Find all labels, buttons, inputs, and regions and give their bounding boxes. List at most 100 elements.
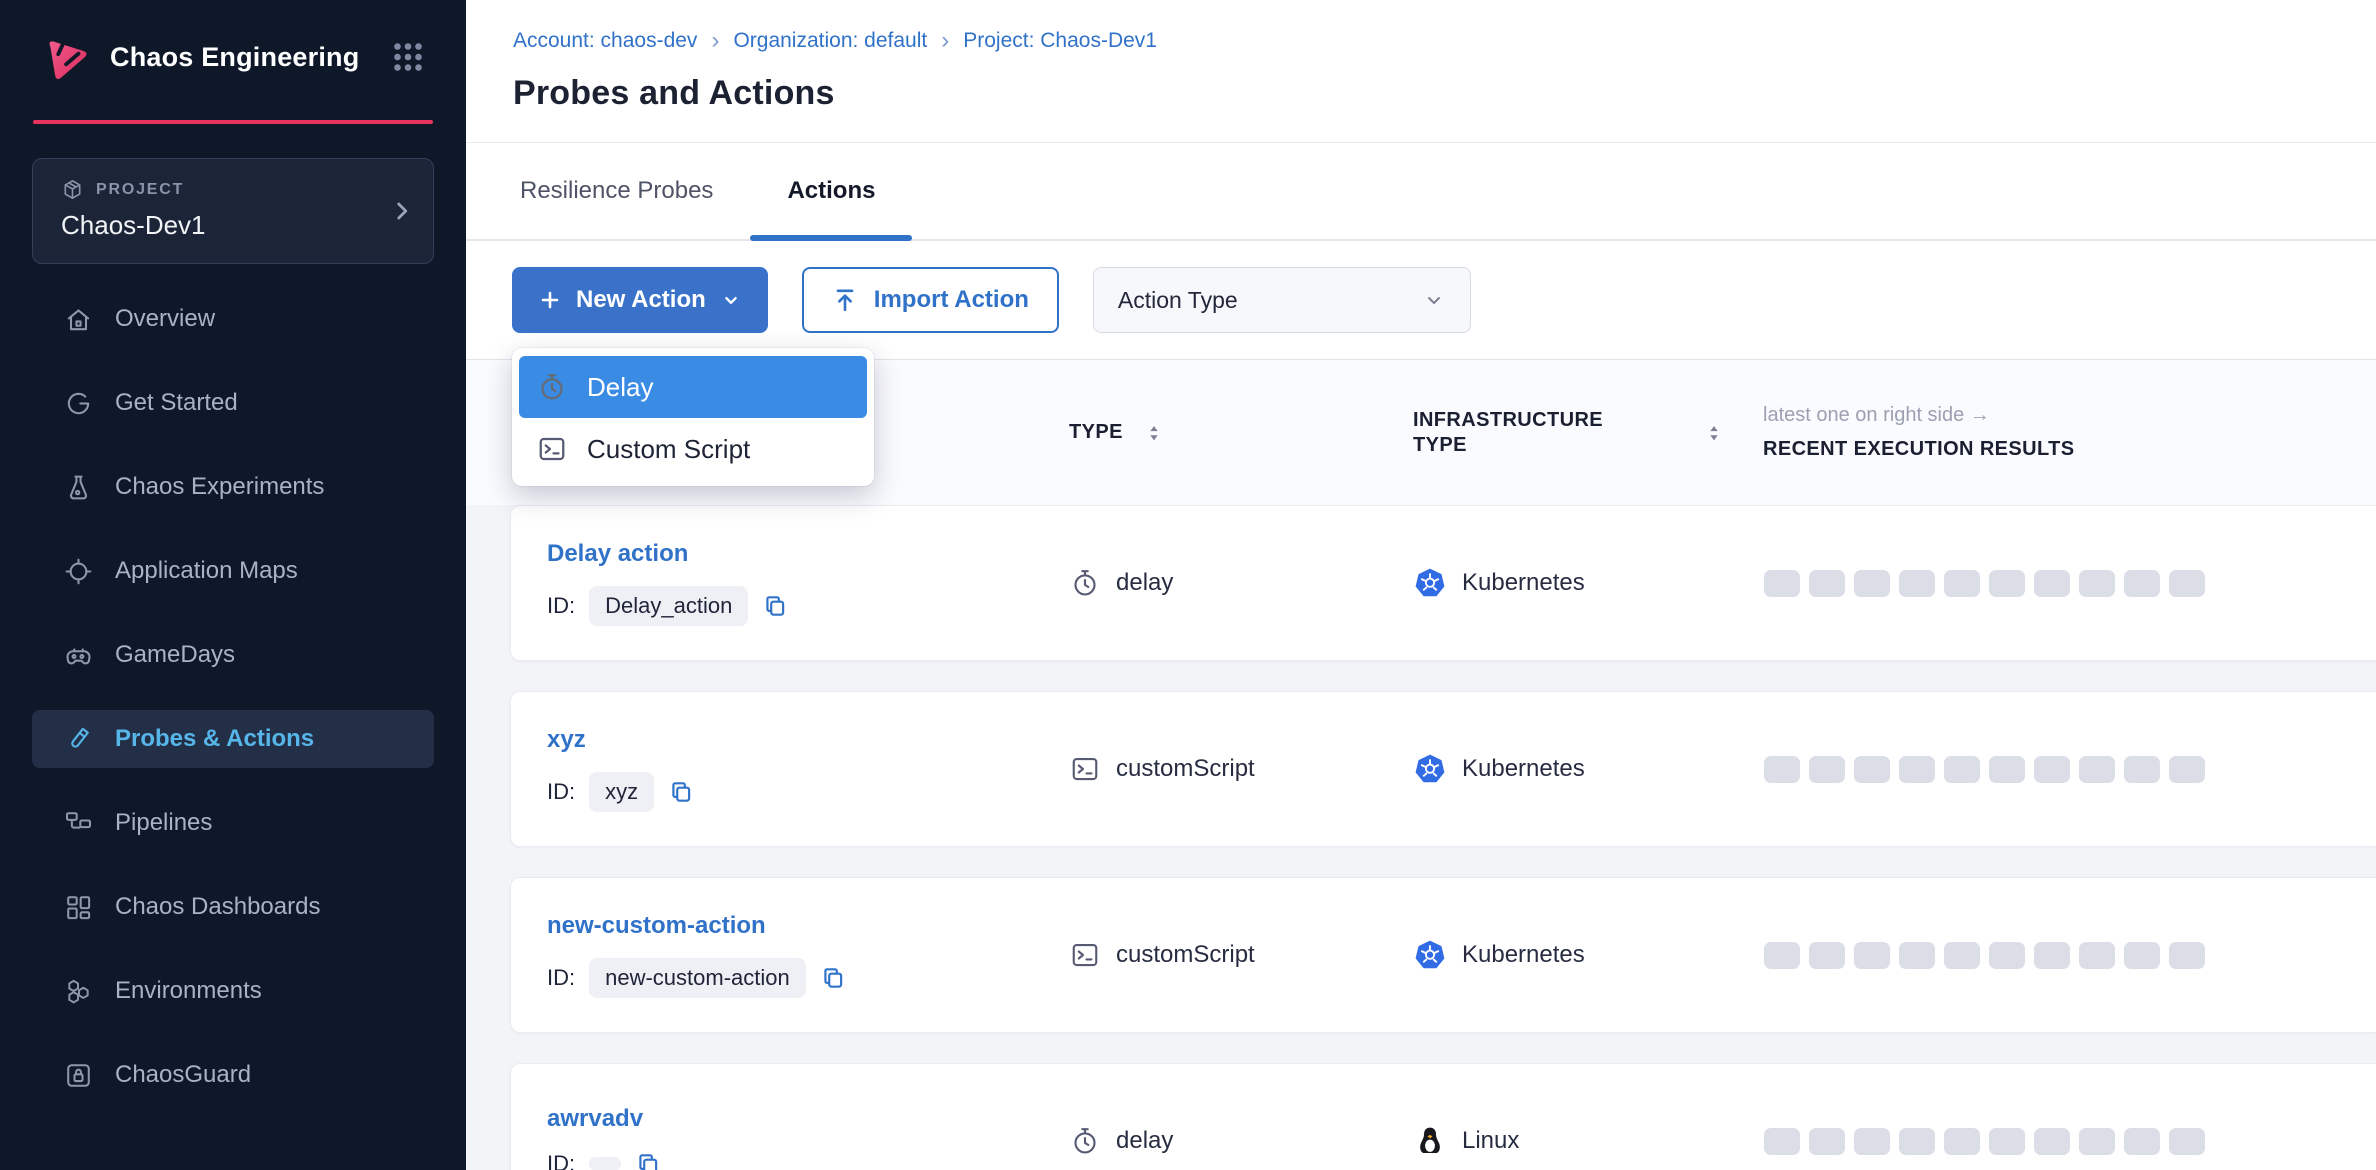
name-cell: xyz ID: xyz [547, 726, 1070, 812]
sort-icon[interactable] [1143, 422, 1165, 444]
sidebar-item-label: Overview [115, 305, 215, 333]
new-action-label: New Action [576, 286, 706, 314]
kubernetes-icon [1414, 567, 1446, 599]
action-type-filter-value: Action Type [1118, 287, 1238, 314]
infrastructure-cell: Linux [1414, 1125, 1764, 1157]
sidebar-item-chaosguard[interactable]: ChaosGuard [32, 1046, 434, 1104]
column-label-recent-execution-results: RECENT EXECUTION RESULTS [1763, 438, 2376, 461]
sidebar-item-chaos-experiments[interactable]: Chaos Experiments [32, 458, 434, 516]
sidebar-item-chaos-dashboards[interactable]: Chaos Dashboards [32, 878, 434, 936]
id-label: ID: [547, 965, 575, 991]
results-hint: latest one on right side → [1763, 404, 2376, 427]
action-type-filter[interactable]: Action Type [1093, 267, 1471, 333]
recent-execution-results [1764, 942, 2376, 969]
menu-item-delay[interactable]: Delay [519, 356, 867, 418]
sidebar-item-label: GameDays [115, 641, 235, 669]
action-name-link[interactable]: Delay action [547, 540, 1070, 568]
execution-result-placeholder [1989, 1128, 2025, 1155]
type-cell: delay [1070, 1126, 1414, 1156]
copy-icon[interactable] [668, 779, 694, 805]
execution-result-placeholder [1944, 1128, 1980, 1155]
pipeline-icon [64, 809, 93, 838]
sidebar-item-gamedays[interactable]: GameDays [32, 626, 434, 684]
execution-result-placeholder [2034, 756, 2070, 783]
action-id: Delay_action [589, 586, 748, 626]
infrastructure-value: Kubernetes [1462, 941, 1585, 969]
chevron-right-icon [389, 198, 415, 224]
type-value: customScript [1116, 755, 1255, 783]
flask-icon [64, 473, 93, 502]
recent-execution-results [1764, 1128, 2376, 1155]
tab-bar: Resilience Probes Actions [466, 143, 2376, 241]
chaos-engineering-logo-icon[interactable] [38, 30, 92, 84]
execution-result-placeholder [1989, 756, 2025, 783]
tab-label: Resilience Probes [520, 177, 713, 205]
execution-result-placeholder [2034, 1128, 2070, 1155]
execution-result-placeholder [2124, 942, 2160, 969]
kubernetes-icon [1414, 753, 1446, 785]
execution-result-placeholder [1899, 570, 1935, 597]
main-content: Account: chaos-dev › Organization: defau… [466, 0, 2376, 1170]
breadcrumb-organization[interactable]: Organization: default [733, 28, 927, 54]
menu-item-label: Delay [587, 372, 653, 403]
project-selector[interactable]: PROJECT Chaos-Dev1 [32, 158, 434, 264]
sidebar-item-label: Pipelines [115, 809, 212, 837]
execution-result-placeholder [2079, 942, 2115, 969]
action-id [589, 1157, 621, 1170]
sidebar-item-overview[interactable]: Overview [32, 290, 434, 348]
table-row: xyz ID: xyz customScript Kubernetes [510, 691, 2376, 847]
id-label: ID: [547, 1151, 575, 1170]
new-action-button[interactable]: New Action [512, 267, 768, 333]
recent-execution-results [1764, 570, 2376, 597]
id-label: ID: [547, 593, 575, 619]
breadcrumb-project[interactable]: Project: Chaos-Dev1 [963, 28, 1157, 54]
tab-label: Actions [787, 177, 875, 205]
terminal-icon [1070, 940, 1100, 970]
terminal-icon [1070, 754, 1100, 784]
breadcrumb-separator: › [941, 28, 949, 54]
tab-resilience-probes[interactable]: Resilience Probes [483, 143, 750, 239]
copy-icon[interactable] [635, 1151, 661, 1170]
execution-result-placeholder [2124, 570, 2160, 597]
sidebar-item-application-maps[interactable]: Application Maps [32, 542, 434, 600]
sidebar-item-label: Environments [115, 977, 262, 1005]
copy-icon[interactable] [762, 593, 788, 619]
table-row: Delay action ID: Delay_action delay Kube… [510, 505, 2376, 661]
import-action-button[interactable]: Import Action [802, 267, 1059, 333]
infrastructure-value: Kubernetes [1462, 755, 1585, 783]
sidebar-item-pipelines[interactable]: Pipelines [32, 794, 434, 852]
action-id: xyz [589, 772, 654, 812]
name-cell: awrvadv ID: [547, 1105, 1070, 1170]
stopwatch-icon [537, 372, 567, 402]
page-title: Probes and Actions [513, 74, 2376, 113]
execution-result-placeholder [1944, 756, 1980, 783]
crosshair-icon [64, 557, 93, 586]
sidebar-nav: Overview Get Started Chaos Experiments A… [0, 290, 466, 1104]
apps-grid-icon[interactable] [390, 39, 426, 75]
sidebar-item-get-started[interactable]: Get Started [32, 374, 434, 432]
menu-item-custom-script[interactable]: Custom Script [519, 418, 867, 480]
sidebar-item-environments[interactable]: Environments [32, 962, 434, 1020]
type-cell: customScript [1070, 754, 1414, 784]
action-name-link[interactable]: awrvadv [547, 1105, 1070, 1133]
sidebar-item-probes-and-actions[interactable]: Probes & Actions [32, 710, 434, 768]
page-header: Account: chaos-dev › Organization: defau… [466, 0, 2376, 143]
chevron-down-icon [720, 289, 742, 311]
breadcrumb-account[interactable]: Account: chaos-dev [513, 28, 697, 54]
execution-result-placeholder [1809, 570, 1845, 597]
execution-result-placeholder [1809, 1128, 1845, 1155]
breadcrumb-separator: › [711, 28, 719, 54]
copy-icon[interactable] [820, 965, 846, 991]
tab-actions[interactable]: Actions [750, 143, 912, 239]
recent-execution-results [1764, 756, 2376, 783]
home-icon [64, 305, 93, 334]
execution-result-placeholder [1809, 942, 1845, 969]
infrastructure-cell: Kubernetes [1414, 567, 1764, 599]
linux-icon [1414, 1125, 1446, 1157]
action-name-link[interactable]: xyz [547, 726, 1070, 754]
action-name-link[interactable]: new-custom-action [547, 912, 1070, 940]
stopwatch-icon [1070, 1126, 1100, 1156]
sort-icon[interactable] [1703, 422, 1725, 444]
import-action-label: Import Action [874, 286, 1029, 314]
execution-result-placeholder [1764, 756, 1800, 783]
